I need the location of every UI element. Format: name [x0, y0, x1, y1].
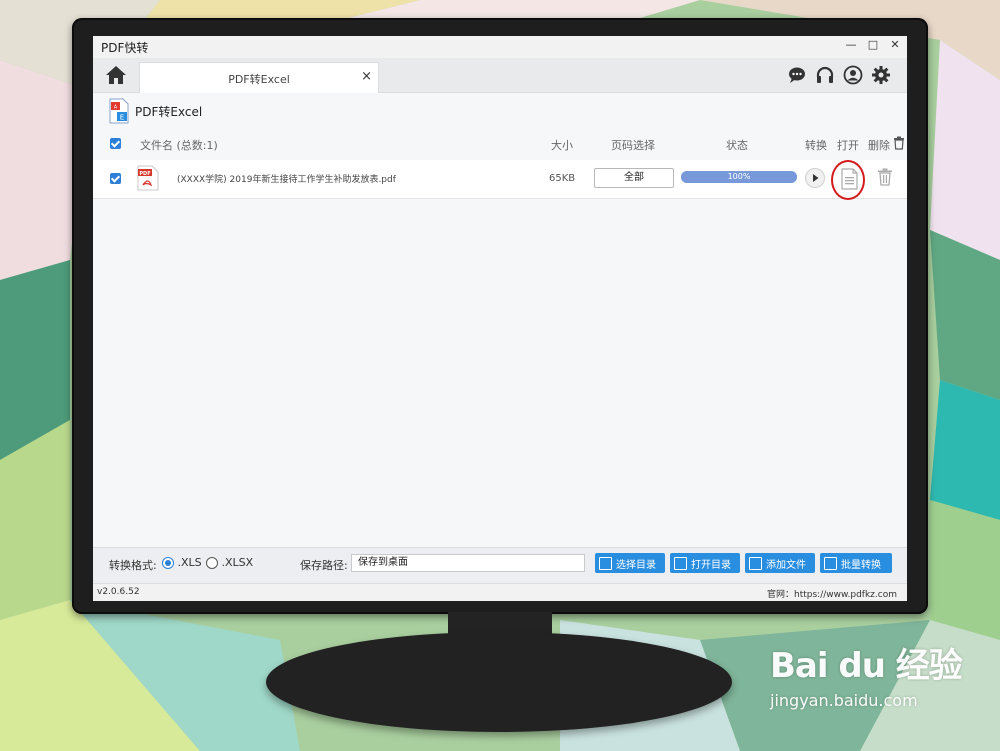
row-size: 65KB: [549, 173, 576, 184]
progress-bar: 100%: [681, 171, 797, 183]
home-icon[interactable]: [105, 65, 127, 85]
radio-xls[interactable]: [162, 557, 174, 569]
format-option-xls[interactable]: .XLS: [162, 556, 202, 569]
table-header: 文件名 (总数:1) 大小 页码选择 状态 转换 打开 删除: [93, 134, 907, 154]
add-file-button[interactable]: 添加文件: [745, 553, 815, 573]
window-controls: — □ ✕: [845, 38, 901, 51]
tab-bar: PDF转Excel ×: [93, 58, 907, 93]
delete-row-icon[interactable]: [877, 168, 893, 186]
col-delete: 删除: [868, 139, 890, 152]
watermark-logo-text: Bai du 经验: [770, 646, 963, 686]
radio-xlsx-label: .XLSX: [221, 556, 254, 569]
choose-dir-label: 选择目录: [616, 559, 656, 571]
svg-text:E: E: [120, 114, 124, 122]
folder-icon: [674, 556, 687, 570]
maximize-icon[interactable]: □: [867, 38, 879, 51]
bottom-bar: 转换格式: .XLS .XLSX 保存路径: 选择目录 打开目录 添加文件 批量…: [93, 547, 907, 584]
col-status: 状态: [726, 139, 748, 152]
radio-xls-label: .XLS: [177, 556, 202, 569]
choose-dir-button[interactable]: 选择目录: [595, 553, 665, 573]
progress-text: 100%: [727, 172, 751, 181]
col-page-select: 页码选择: [611, 139, 655, 152]
page-heading: A E PDF转Excel: [109, 98, 202, 124]
col-convert: 转换: [805, 139, 827, 152]
tab-label: PDF转Excel: [228, 73, 290, 86]
save-path-label: 保存路径:: [300, 559, 348, 572]
convert-play-button[interactable]: [805, 168, 825, 188]
page-title: PDF转Excel: [135, 104, 203, 119]
close-icon[interactable]: ✕: [889, 38, 901, 51]
format-label: 转换格式:: [109, 559, 157, 572]
website-link[interactable]: 官网：https://www.pdfkz.com: [767, 587, 897, 600]
row-checkbox[interactable]: [110, 173, 121, 184]
col-open: 打开: [837, 139, 859, 152]
format-option-xlsx[interactable]: .XLSX: [206, 556, 253, 569]
app-window: PDF快转 — □ ✕ PDF转Excel × A E PDF转Excel 文件…: [93, 36, 907, 601]
pdf-to-excel-icon: A E: [109, 98, 129, 124]
chat-icon[interactable]: [787, 65, 807, 85]
delete-all-icon[interactable]: [893, 136, 905, 150]
batch-convert-label: 批量转换: [841, 559, 881, 571]
tab-pdf-to-excel[interactable]: PDF转Excel ×: [139, 62, 379, 93]
open-dir-button[interactable]: 打开目录: [670, 553, 740, 573]
status-bar: v2.0.6.52 官网：https://www.pdfkz.com: [93, 583, 907, 601]
pdf-file-icon: PDF: [137, 165, 159, 191]
radio-xlsx[interactable]: [206, 557, 218, 569]
watermark-url: jingyan.baidu.com: [770, 691, 918, 710]
col-size: 大小: [551, 139, 573, 152]
svg-text:A: A: [114, 105, 118, 111]
batch-convert-button[interactable]: 批量转换: [820, 553, 892, 573]
convert-icon: [824, 556, 837, 570]
minimize-icon[interactable]: —: [845, 38, 857, 51]
tab-close-icon[interactable]: ×: [361, 69, 372, 84]
baidu-watermark: Bai du 经验 jingyan.baidu.com: [770, 638, 963, 710]
table-row[interactable]: PDF (XXXX学院) 2019年新生接待工作学生补助发放表.pdf 65KB…: [93, 160, 907, 200]
headset-icon[interactable]: [815, 65, 835, 85]
add-file-label: 添加文件: [766, 559, 806, 571]
add-icon: [749, 556, 762, 570]
svg-text:PDF: PDF: [139, 171, 150, 177]
select-all-checkbox[interactable]: [110, 138, 121, 149]
user-icon[interactable]: [843, 65, 863, 85]
open-dir-label: 打开目录: [691, 559, 731, 571]
monitor-base: [266, 632, 732, 732]
top-right-icons: [787, 65, 891, 85]
open-file-icon[interactable]: [836, 165, 862, 193]
title-bar: PDF快转 — □ ✕: [93, 36, 907, 58]
page-range-button[interactable]: 全部: [594, 168, 674, 188]
gear-icon[interactable]: [871, 65, 891, 85]
col-filename: 文件名 (总数:1): [140, 139, 218, 152]
row-filename: (XXXX学院) 2019年新生接待工作学生补助发放表.pdf: [177, 175, 396, 185]
save-icon: [599, 556, 612, 570]
app-title: PDF快转: [101, 40, 149, 55]
save-path-input[interactable]: [351, 554, 585, 572]
version-text: v2.0.6.52: [97, 587, 140, 597]
play-icon: [813, 174, 819, 182]
